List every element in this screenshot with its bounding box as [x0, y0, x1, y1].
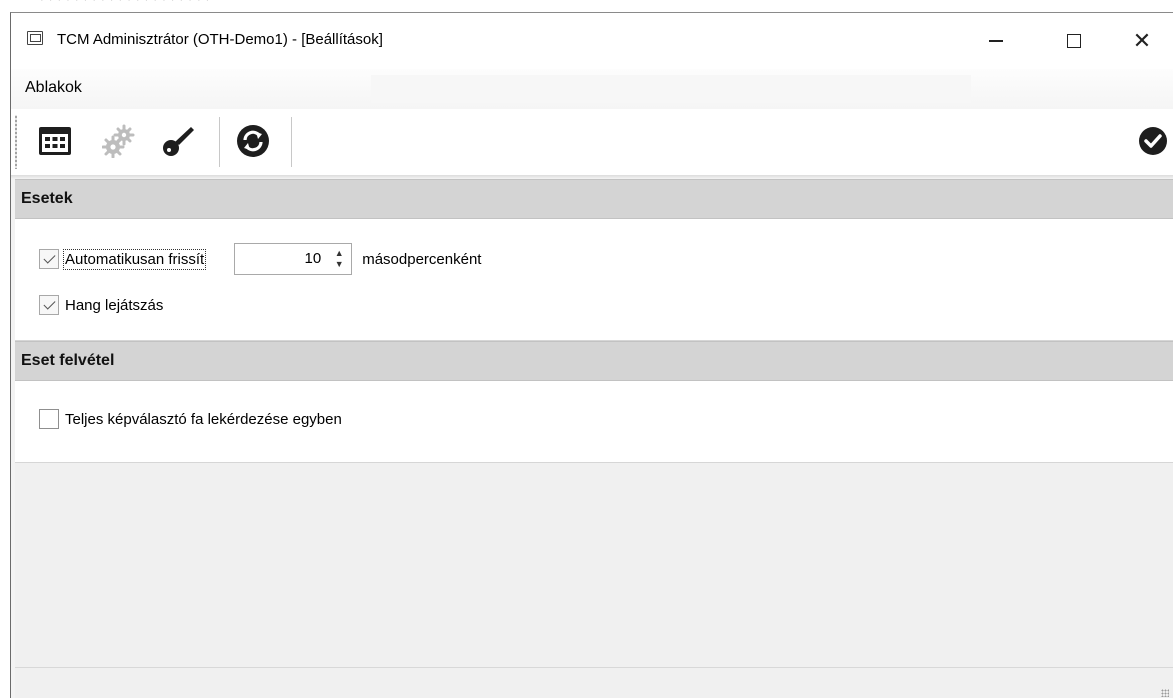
- calendar-button[interactable]: [35, 119, 75, 163]
- auto-refresh-checkbox[interactable]: [39, 249, 59, 269]
- refresh-unit-label: másodpercenként: [362, 250, 482, 268]
- full-tree-row: Teljes képválasztó fa lekérdezése egyben: [39, 409, 342, 429]
- section-title: Esetek: [21, 190, 73, 207]
- section-header-eset-felvetel: Eset felvétel: [15, 341, 1173, 381]
- title-bar[interactable]: TCM Adminisztrátor (OTH-Demo1) - [Beállí…: [11, 13, 1173, 69]
- stepper-arrows[interactable]: ▲ ▼: [331, 248, 347, 270]
- section-body-eset-felvetel: Teljes képválasztó fa lekérdezése egyben: [15, 381, 1173, 463]
- main-window: TCM Adminisztrátor (OTH-Demo1) - [Beállí…: [10, 12, 1173, 698]
- background-strip: · · · · · · · · · · · · · · · · · · · ·: [0, 0, 1173, 12]
- menu-item-ablakok[interactable]: Ablakok: [25, 79, 82, 97]
- resize-grip[interactable]: [1161, 689, 1169, 697]
- auto-refresh-label[interactable]: Automatikusan frissít: [62, 248, 207, 270]
- maximize-button[interactable]: [1051, 13, 1097, 69]
- refresh-interval-stepper[interactable]: 10 ▲ ▼: [234, 243, 353, 275]
- calendar-grid-icon: [39, 127, 71, 155]
- checkmark-icon: [42, 297, 56, 310]
- key-button[interactable]: [159, 119, 199, 163]
- chevron-up-icon[interactable]: ▲: [331, 248, 347, 259]
- settings-button[interactable]: [99, 119, 139, 163]
- status-bar-divider: [15, 667, 1173, 668]
- close-button[interactable]: ✕: [1119, 13, 1165, 69]
- toolbar: [11, 109, 1173, 179]
- key-icon: [163, 127, 194, 156]
- section-body-esetek: Automatikusan frissít 10 ▲ ▼ másodpercen…: [15, 219, 1173, 341]
- sound-checkbox[interactable]: [39, 295, 59, 315]
- window-title: TCM Adminisztrátor (OTH-Demo1) - [Beállí…: [57, 31, 383, 48]
- gears-icon: [102, 124, 135, 158]
- refresh-button[interactable]: [233, 119, 273, 163]
- section-title: Eset felvétel: [21, 352, 115, 369]
- refresh-interval-value[interactable]: 10: [305, 250, 322, 267]
- confirm-button[interactable]: [1133, 119, 1173, 163]
- toolbar-grip[interactable]: [15, 115, 17, 169]
- close-icon: ✕: [1132, 28, 1152, 53]
- full-tree-label[interactable]: Teljes képválasztó fa lekérdezése egyben: [65, 411, 342, 428]
- app-window-icon[interactable]: [27, 31, 43, 45]
- auto-refresh-row: Automatikusan frissít 10 ▲ ▼ másodpercen…: [39, 243, 481, 275]
- sound-label[interactable]: Hang lejátszás: [65, 297, 163, 314]
- menu-bar: Ablakok: [11, 69, 1173, 109]
- checkmark-icon: [42, 251, 56, 264]
- refresh-icon: [237, 125, 269, 157]
- checkmark-circle-icon: [1139, 127, 1167, 155]
- full-tree-checkbox[interactable]: [39, 409, 59, 429]
- settings-panel: Esetek Automatikusan frissít 10 ▲ ▼ máso…: [11, 179, 1173, 698]
- section-header-esetek: Esetek: [15, 179, 1173, 219]
- minimize-icon: [989, 40, 1003, 42]
- chevron-down-icon[interactable]: ▼: [331, 259, 347, 270]
- sound-row: Hang lejátszás: [39, 295, 163, 315]
- maximize-icon: [1067, 34, 1081, 48]
- minimize-button[interactable]: [973, 13, 1019, 69]
